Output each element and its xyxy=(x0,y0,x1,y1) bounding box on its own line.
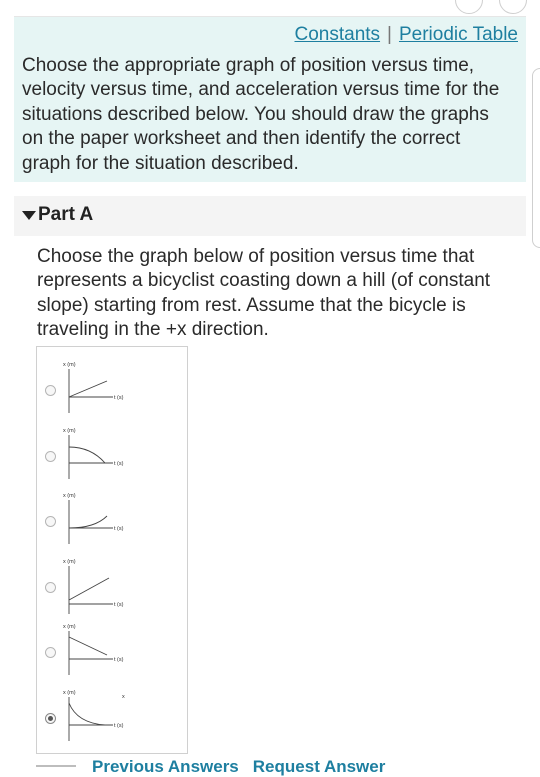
constants-link[interactable]: Constants xyxy=(295,24,381,45)
graph-curve xyxy=(68,702,106,725)
t-axis-label: t (s) xyxy=(114,526,124,532)
graph-curve xyxy=(68,577,110,600)
graph-curve xyxy=(68,515,108,529)
graph-axes xyxy=(68,434,113,479)
x-axis-label: x (m) xyxy=(63,624,76,630)
graph-curve xyxy=(68,446,106,463)
periodic-table-link[interactable]: Periodic Table xyxy=(399,24,518,45)
part-a-header[interactable]: Part A xyxy=(14,196,526,236)
graph-axes xyxy=(68,696,113,741)
x-axis-label: x (m) xyxy=(63,493,76,499)
intro-text: Choose the appropriate graph of position… xyxy=(22,55,500,174)
x-axis-label: x (m) xyxy=(63,428,76,434)
choice-graph-2: x (m) t (s) xyxy=(63,428,124,479)
side-panel-tab[interactable] xyxy=(532,68,540,248)
graph-choices: x (m) t (s) x (m) t (s) x (m) t (s) x (m) t (s)… xyxy=(36,346,188,754)
x-axis-label: x (m) xyxy=(63,690,76,696)
t-axis-label: t (s) xyxy=(114,657,124,663)
t-axis-label: t (s) xyxy=(114,395,124,401)
graph-axes xyxy=(68,631,113,675)
choice-graph-6: x (m) t (s) x xyxy=(63,690,125,741)
graph-mark: x xyxy=(122,694,125,700)
t-axis-label: t (s) xyxy=(114,723,124,729)
choice-graph-1: x (m) t (s) xyxy=(63,362,124,413)
graph-curve xyxy=(68,636,108,656)
x-axis-label: x (m) xyxy=(63,362,76,368)
graph-curve xyxy=(68,380,108,398)
top-divider xyxy=(14,0,526,17)
graph-axes xyxy=(68,369,113,413)
graph-axes xyxy=(68,500,113,544)
graph-axes xyxy=(68,565,113,614)
resource-links: Constants | Periodic Table xyxy=(295,24,519,46)
choice-graph-5: x (m) t (s) xyxy=(63,624,124,675)
intro-panel: Constants | Periodic Table Choose the appr… xyxy=(14,17,526,182)
answer-actions: Previous Answers Request Answer xyxy=(92,757,399,777)
x-axis-label: x (m) xyxy=(63,559,76,565)
choice-graph-3: x (m) t (s) xyxy=(63,493,124,544)
link-separator: | xyxy=(387,24,392,45)
question-text: Choose the graph below of position versu… xyxy=(37,246,491,341)
choice-graph-4: x (m) t (s) xyxy=(63,559,124,614)
caret-down-icon xyxy=(22,211,36,220)
t-axis-label: t (s) xyxy=(114,461,124,467)
t-axis-label: t (s) xyxy=(114,602,124,608)
part-title: Part A xyxy=(38,204,94,225)
